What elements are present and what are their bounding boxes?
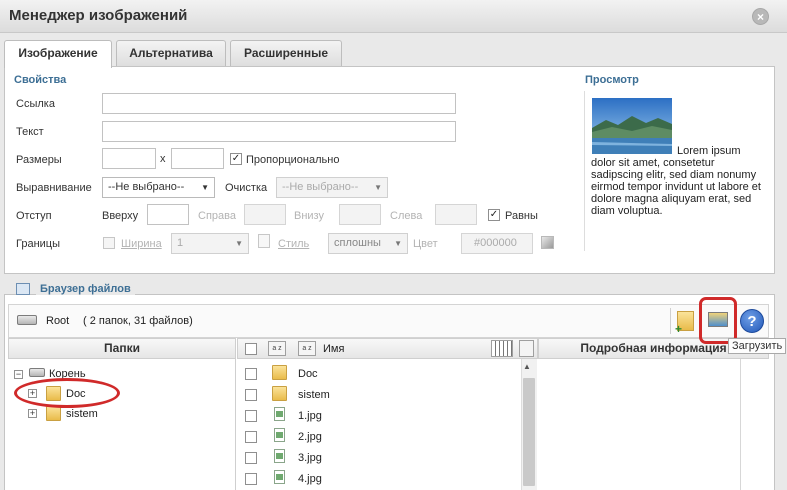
- border-color-label: Цвет: [413, 238, 438, 250]
- new-folder-plus-icon: +: [675, 322, 683, 336]
- image-file-icon: [274, 407, 285, 421]
- list-item-name[interactable]: 3.jpg: [298, 452, 322, 464]
- border-style-select[interactable]: сплошны ▼: [328, 233, 408, 254]
- preview-text: Lorem ipsum dolor sit amet, consetetur s…: [591, 145, 761, 217]
- root-drive-icon: [29, 368, 45, 377]
- tab-advanced[interactable]: Расширенные: [230, 40, 342, 66]
- link-input[interactable]: [102, 93, 456, 114]
- border-checkbox[interactable]: [103, 237, 115, 249]
- folders-header[interactable]: Папки: [8, 338, 236, 359]
- scrollbar-thumb[interactable]: [523, 378, 535, 486]
- close-icon[interactable]: ×: [752, 8, 769, 25]
- chevron-down-icon: ▼: [374, 183, 382, 192]
- border-style-label: Стиль: [278, 238, 310, 250]
- item-checkbox[interactable]: [245, 410, 257, 422]
- tree-item-sistem[interactable]: sistem: [66, 408, 98, 420]
- margin-left-label: Слева: [390, 210, 423, 222]
- margin-left-input[interactable]: [435, 204, 477, 225]
- window-title: Менеджер изображений: [9, 7, 188, 24]
- border-color-input[interactable]: #000000: [461, 233, 533, 254]
- margin-right-input[interactable]: [244, 204, 286, 225]
- text-input[interactable]: [102, 121, 456, 142]
- root-label: Root: [46, 315, 70, 327]
- expand-sistem-icon[interactable]: +: [28, 409, 37, 418]
- root-info: ( 2 папок, 31 файлов): [83, 315, 193, 327]
- details-area: [538, 359, 769, 490]
- tab-alternative[interactable]: Альтернатива: [116, 40, 226, 66]
- clear-select-value: --Не выбрано--: [282, 181, 359, 193]
- chevron-down-icon: ▼: [235, 239, 243, 248]
- item-checkbox[interactable]: [245, 389, 257, 401]
- item-checkbox[interactable]: [245, 452, 257, 464]
- proportional-label: Пропорционально: [246, 154, 340, 166]
- toolbar-divider: [670, 308, 671, 334]
- border-label: Границы: [16, 238, 60, 250]
- view-toggle-icon[interactable]: [491, 340, 513, 357]
- image-file-icon: [274, 428, 285, 442]
- border-style-value: сплошны: [334, 237, 381, 249]
- name-header-label[interactable]: Имя: [323, 343, 344, 355]
- file-browser-title: Браузер файлов: [36, 283, 135, 295]
- select-all-checkbox[interactable]: [245, 343, 257, 355]
- list-item-name[interactable]: Doc: [298, 368, 318, 380]
- margin-top-label: Вверху: [102, 210, 139, 222]
- list-item-name[interactable]: sistem: [298, 389, 330, 401]
- folder-icon: [272, 386, 287, 401]
- list-item-name[interactable]: 2.jpg: [298, 431, 322, 443]
- tab-image[interactable]: Изображение: [4, 40, 112, 68]
- preview-title: Просмотр: [585, 74, 639, 86]
- margin-right-label: Справа: [198, 210, 236, 222]
- drive-icon: [17, 315, 37, 325]
- equal-checkbox[interactable]: ✓: [488, 209, 500, 221]
- properties-title: Свойства: [14, 74, 67, 86]
- dimensions-label: Размеры: [16, 154, 62, 166]
- folder-icon: [272, 365, 287, 380]
- file-browser-icon: [16, 283, 30, 295]
- align-select-value: --Не выбрано--: [108, 181, 185, 193]
- highlight-upload-rect: [699, 297, 737, 344]
- help-icon[interactable]: ?: [740, 309, 764, 333]
- width-input[interactable]: [102, 148, 156, 169]
- item-checkbox[interactable]: [245, 368, 257, 380]
- sort-az-icon[interactable]: a z: [268, 341, 286, 356]
- image-file-icon: [274, 470, 285, 484]
- align-label: Выравнивание: [16, 182, 92, 194]
- highlight-doc-ellipse: [14, 378, 120, 408]
- details-divider: [740, 359, 741, 490]
- preview-text-first: Lorem ipsum: [677, 145, 741, 157]
- text-label: Текст: [16, 126, 44, 138]
- preview-text-rest: dolor sit amet, consetetur sadipscing el…: [591, 157, 761, 217]
- style-edit-icon: [258, 234, 270, 248]
- chevron-down-icon: ▼: [201, 183, 209, 192]
- equal-label: Равны: [505, 210, 538, 222]
- chevron-down-icon: ▼: [394, 239, 402, 248]
- list-item-name[interactable]: 1.jpg: [298, 410, 322, 422]
- margin-label: Отступ: [16, 210, 52, 222]
- color-picker-icon[interactable]: [541, 236, 554, 249]
- folder-icon: [46, 406, 61, 421]
- sort-name-icon[interactable]: a z: [298, 341, 316, 356]
- image-file-icon: [274, 449, 285, 463]
- clear-label: Очистка: [225, 182, 268, 194]
- clear-select[interactable]: --Не выбрано-- ▼: [276, 177, 388, 198]
- list-item-name[interactable]: 4.jpg: [298, 473, 322, 485]
- border-width-value: 1: [177, 237, 184, 249]
- dimensions-separator: x: [160, 153, 166, 165]
- item-checkbox[interactable]: [245, 473, 257, 485]
- proportional-checkbox[interactable]: ✓: [230, 153, 242, 165]
- border-width-select[interactable]: 1 ▼: [171, 233, 249, 254]
- align-select[interactable]: --Не выбрано-- ▼: [102, 177, 215, 198]
- margin-bottom-label: Внизу: [294, 210, 324, 222]
- margin-top-input[interactable]: [147, 204, 189, 225]
- link-label: Ссылка: [16, 98, 55, 110]
- margin-bottom-input[interactable]: [339, 204, 381, 225]
- details-toggle-icon[interactable]: [519, 340, 534, 357]
- border-width-label: Ширина: [121, 238, 162, 250]
- scroll-up-icon[interactable]: ▲: [523, 362, 531, 371]
- upload-tooltip: Загрузить: [728, 338, 787, 354]
- height-input[interactable]: [171, 148, 224, 169]
- title-bar: Менеджер изображений ×: [0, 0, 787, 33]
- collapse-root-icon[interactable]: −: [14, 370, 23, 379]
- item-checkbox[interactable]: [245, 431, 257, 443]
